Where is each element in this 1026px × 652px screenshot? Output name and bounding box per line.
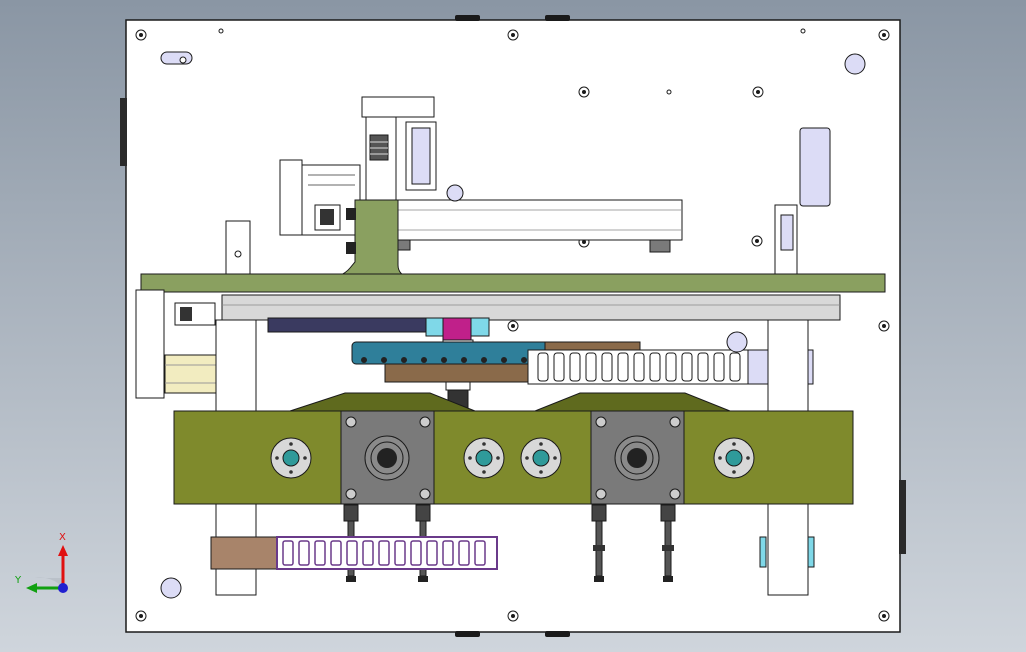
manifold-port xyxy=(441,357,447,363)
rotary-shaft xyxy=(364,435,410,481)
bottom-boss-2 xyxy=(545,631,570,637)
manifold-port xyxy=(501,357,507,363)
rotary-bolt xyxy=(669,488,681,500)
manifold-port xyxy=(481,357,487,363)
manifold-port xyxy=(521,357,527,363)
rotary-bolt xyxy=(595,488,607,500)
bottom-chain-anchor xyxy=(210,536,282,570)
manifold-port xyxy=(461,357,467,363)
rail-end-plate xyxy=(135,289,165,399)
top-boss-2 xyxy=(545,15,570,21)
rotary-shaft xyxy=(614,435,660,481)
triad-y-label: Y xyxy=(15,575,22,586)
rotary-bolt xyxy=(345,488,357,500)
bearing-flange xyxy=(463,437,505,479)
manifold-port xyxy=(381,357,387,363)
large-hole-bottom-left xyxy=(160,577,182,599)
bottom-boss-1 xyxy=(455,631,480,637)
side-motor-cap xyxy=(279,159,303,236)
rotary-bolt xyxy=(419,416,431,428)
bottom-cable-chain xyxy=(276,536,498,570)
sensor-window xyxy=(799,127,831,207)
rotary-bolt xyxy=(595,416,607,428)
cable-carrier xyxy=(267,317,429,333)
manifold-port xyxy=(401,357,407,363)
large-hole-top-right xyxy=(844,53,866,75)
side-boss-right xyxy=(899,480,906,554)
gantry-beam xyxy=(394,199,683,241)
rotary-bolt xyxy=(419,488,431,500)
manifold-port xyxy=(421,357,427,363)
slot-pin xyxy=(179,56,187,64)
top-cable-chain xyxy=(527,349,751,385)
top-boss-1 xyxy=(455,15,480,21)
cad-viewport[interactable]: X Y xyxy=(0,0,1026,652)
triad-x-label: X xyxy=(59,532,66,543)
triad-z-axis xyxy=(58,583,68,593)
motor-top-cap xyxy=(361,96,435,118)
rotary-bolt xyxy=(345,416,357,428)
bearing-flange xyxy=(713,437,755,479)
gripper-head xyxy=(442,317,472,341)
rotary-bolt xyxy=(669,416,681,428)
bearing-flange xyxy=(520,437,562,479)
bearing-flange xyxy=(270,437,312,479)
side-boss-left xyxy=(120,98,127,166)
cross-plate xyxy=(140,273,886,293)
manifold-base xyxy=(384,363,546,383)
manifold-port xyxy=(361,357,367,363)
slot-hole xyxy=(160,51,193,65)
cad-canvas[interactable] xyxy=(0,0,1026,652)
